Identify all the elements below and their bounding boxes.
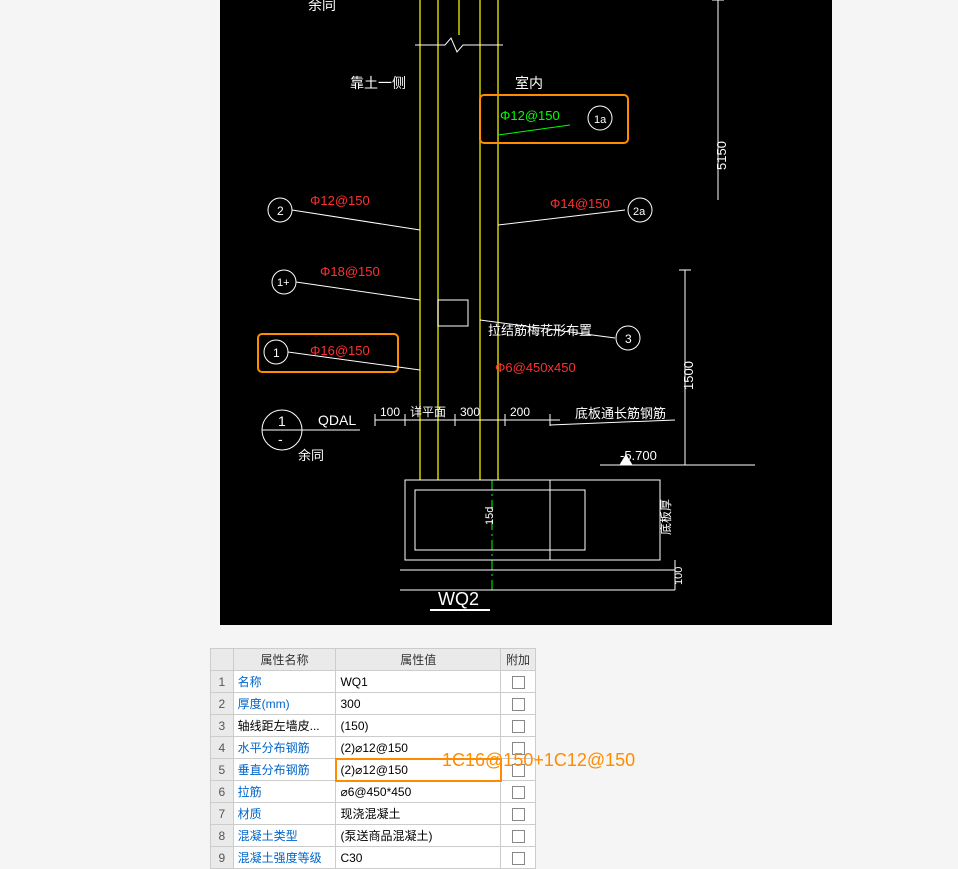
row-number: 8 [211, 825, 234, 847]
checkbox-icon[interactable] [512, 676, 525, 689]
row-number: 5 [211, 759, 234, 781]
rebar-16-150: Φ16@150 [310, 343, 370, 358]
annotation-formula: 1C16@150+1C12@150 [442, 750, 635, 771]
property-value[interactable]: 现浇混凝土 [336, 803, 501, 825]
table-row[interactable]: 6拉筋⌀6@450*450 [211, 781, 536, 803]
label-bottom-rebar: 底板通长筋钢筋 [575, 406, 666, 421]
dim-200: 200 [510, 405, 530, 419]
row-number: 6 [211, 781, 234, 803]
table-row[interactable]: 8混凝土类型(泵送商品混凝土) [211, 825, 536, 847]
label-qdal: QDAL [318, 412, 356, 428]
label-ref-same-top: 余同 [308, 0, 336, 13]
bubble-1: 1 [273, 346, 280, 360]
rebar-12-150-top: Φ12@150 [500, 108, 560, 123]
checkbox-icon[interactable] [512, 720, 525, 733]
label-tie-note: 拉结筋梅花形布置 [488, 323, 592, 338]
rebar-12-150-left: Φ12@150 [310, 193, 370, 208]
rebar-6-450: Φ6@450x450 [495, 360, 576, 375]
property-name: 混凝土类型 [233, 825, 336, 847]
bubble-section: 1 [278, 413, 286, 429]
label-outside: 靠土一侧 [350, 75, 406, 91]
property-value[interactable]: 300 [336, 693, 501, 715]
dim-300: 300 [460, 405, 480, 419]
table-row[interactable]: 2厚度(mm)300 [211, 693, 536, 715]
dim-elev: -5.700 [620, 448, 657, 463]
header-extra: 附加 [501, 649, 536, 671]
row-number: 9 [211, 847, 234, 869]
rebar-14-150: Φ14@150 [550, 196, 610, 211]
svg-text:-: - [278, 431, 283, 447]
checkbox-icon[interactable] [512, 786, 525, 799]
property-extra[interactable] [501, 847, 536, 869]
dim-100a: 100 [380, 405, 400, 419]
header-name: 属性名称 [233, 649, 336, 671]
table-row[interactable]: 3轴线距左墙皮...(150) [211, 715, 536, 737]
property-name: 厚度(mm) [233, 693, 336, 715]
checkbox-icon[interactable] [512, 830, 525, 843]
header-value: 属性值 [336, 649, 501, 671]
label-ref-same: 余同 [298, 448, 324, 463]
bubble-1plus: 1+ [277, 277, 290, 289]
row-number: 1 [211, 671, 234, 693]
property-extra[interactable] [501, 671, 536, 693]
bubble-2a: 2a [633, 206, 646, 218]
table-row[interactable]: 1名称WQ1 [211, 671, 536, 693]
property-value[interactable]: (泵送商品混凝土) [336, 825, 501, 847]
cad-viewport[interactable]: 余同 靠土一侧 室内 Φ12@150 1a 2 Φ12@150 Φ14@150 … [220, 0, 832, 625]
bubble-3: 3 [625, 332, 632, 346]
table-row[interactable]: 7材质现浇混凝土 [211, 803, 536, 825]
property-name: 轴线距左墙皮... [233, 715, 336, 737]
dim-100b: 100 [673, 567, 685, 585]
row-number: 7 [211, 803, 234, 825]
cad-drawing: 余同 靠土一侧 室内 Φ12@150 1a 2 Φ12@150 Φ14@150 … [220, 0, 832, 625]
checkbox-icon[interactable] [512, 808, 525, 821]
dim-5150: 5150 [714, 141, 729, 170]
property-value[interactable]: (150) [336, 715, 501, 737]
label-thick: 底板厚 [658, 499, 673, 535]
property-name: 垂直分布钢筋 [233, 759, 336, 781]
property-name: 材质 [233, 803, 336, 825]
rebar-18-150: Φ18@150 [320, 264, 380, 279]
property-extra[interactable] [501, 781, 536, 803]
dim-15d: 15d [484, 507, 496, 525]
dim-1500: 1500 [681, 361, 696, 390]
header-blank [211, 649, 234, 671]
checkbox-icon[interactable] [512, 852, 525, 865]
label-inside: 室内 [515, 75, 543, 91]
property-value[interactable]: C30 [336, 847, 501, 869]
row-number: 3 [211, 715, 234, 737]
table-row[interactable]: 9混凝土强度等级C30 [211, 847, 536, 869]
property-extra[interactable] [501, 803, 536, 825]
row-number: 4 [211, 737, 234, 759]
property-extra[interactable] [501, 693, 536, 715]
property-value[interactable]: ⌀6@450*450 [336, 781, 501, 803]
property-value[interactable]: WQ1 [336, 671, 501, 693]
label-detail-plane: 详平面 [410, 404, 446, 419]
property-extra[interactable] [501, 825, 536, 847]
property-name: 混凝土强度等级 [233, 847, 336, 869]
property-name: 拉筋 [233, 781, 336, 803]
property-name: 名称 [233, 671, 336, 693]
bubble-2: 2 [277, 204, 284, 218]
checkbox-icon[interactable] [512, 698, 525, 711]
drawing-title: WQ2 [438, 589, 479, 609]
row-number: 2 [211, 693, 234, 715]
property-table-header: 属性名称 属性值 附加 [211, 649, 536, 671]
bubble-1a: 1a [594, 114, 607, 126]
page-root: 余同 靠土一侧 室内 Φ12@150 1a 2 Φ12@150 Φ14@150 … [0, 0, 958, 861]
property-extra[interactable] [501, 715, 536, 737]
property-name: 水平分布钢筋 [233, 737, 336, 759]
